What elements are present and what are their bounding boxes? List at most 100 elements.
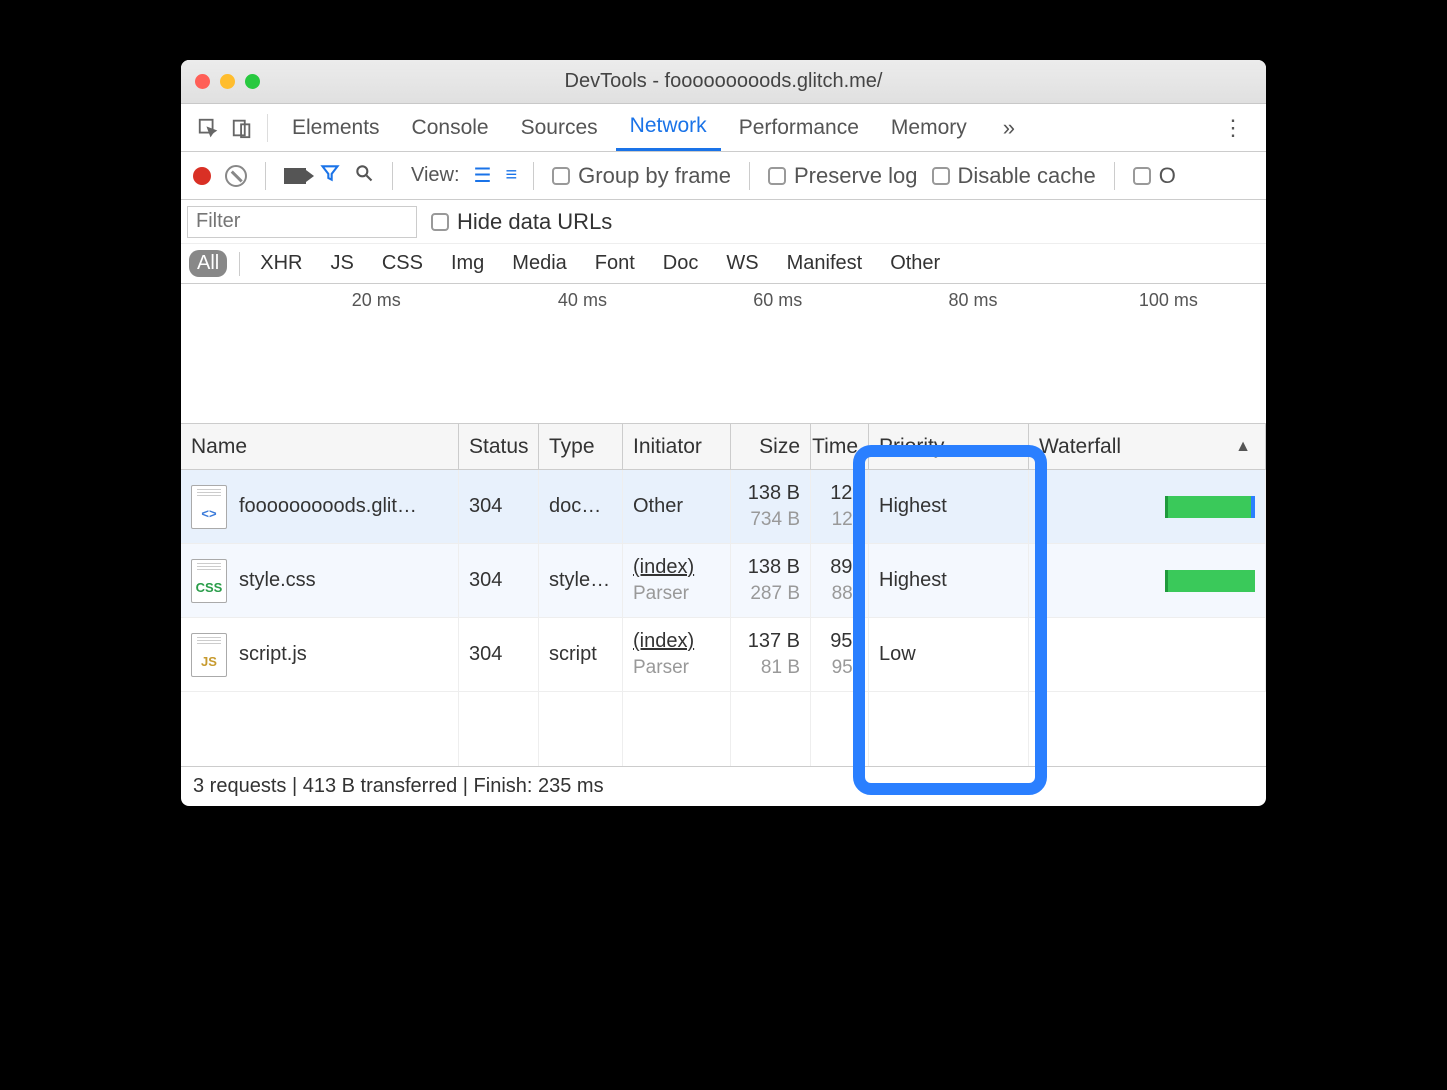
initiator-sub: Parser <box>633 657 694 680</box>
resource-name: style.css <box>239 569 316 592</box>
devtools-window: DevTools - fooooooooods.glitch.me/ Eleme… <box>181 60 1266 806</box>
size-cell: 138 B <box>748 555 800 579</box>
resource-name: fooooooooods.glit… <box>239 495 417 518</box>
type-css[interactable]: CSS <box>374 250 431 277</box>
type-cell: style… <box>539 544 623 617</box>
initiator-link[interactable]: (index) <box>633 555 694 579</box>
tab-memory[interactable]: Memory <box>877 104 981 151</box>
type-doc[interactable]: Doc <box>655 250 707 277</box>
time-cell: 95. <box>830 629 858 653</box>
size-cell: 137 B <box>748 629 800 653</box>
checkbox-icon[interactable] <box>1133 167 1151 185</box>
initiator-sub: Parser <box>633 583 694 606</box>
tab-console[interactable]: Console <box>398 104 503 151</box>
initiator-cell: Other <box>633 495 683 518</box>
type-js[interactable]: JS <box>322 250 361 277</box>
col-priority-header[interactable]: Priority <box>869 424 1029 469</box>
type-filter-bar: All XHR JS CSS Img Media Font Doc WS Man… <box>181 244 1266 284</box>
divider <box>533 162 534 190</box>
search-icon[interactable] <box>354 163 374 189</box>
checkbox-icon[interactable] <box>932 167 950 185</box>
type-media[interactable]: Media <box>504 250 574 277</box>
tab-network[interactable]: Network <box>616 104 721 151</box>
col-name-header[interactable]: Name <box>181 424 459 469</box>
type-font[interactable]: Font <box>587 250 643 277</box>
time-sub-cell: 95. <box>832 657 858 680</box>
col-waterfall-header[interactable]: Waterfall ▲ <box>1029 424 1266 469</box>
type-all[interactable]: All <box>189 250 227 277</box>
col-time-header[interactable]: Time <box>811 424 869 469</box>
col-type-header[interactable]: Type <box>539 424 623 469</box>
filter-toggle-icon[interactable] <box>320 163 340 189</box>
group-by-frame-option[interactable]: Group by frame <box>552 163 731 189</box>
table-row[interactable]: JS script.js 304 script (index)Parser 13… <box>181 618 1266 692</box>
waterfall-cell <box>1029 618 1266 691</box>
disable-cache-label: Disable cache <box>958 163 1096 189</box>
waterfall-bar <box>1165 496 1255 518</box>
tab-sources[interactable]: Sources <box>507 104 612 151</box>
sort-ascending-icon: ▲ <box>1235 438 1251 456</box>
type-manifest[interactable]: Manifest <box>779 250 871 277</box>
status-cell: 304 <box>459 544 539 617</box>
col-status-header[interactable]: Status <box>459 424 539 469</box>
col-size-header[interactable]: Size <box>731 424 811 469</box>
tab-elements[interactable]: Elements <box>278 104 394 151</box>
preserve-log-option[interactable]: Preserve log <box>768 163 918 189</box>
checkbox-icon[interactable] <box>431 213 449 231</box>
divider <box>1114 162 1115 190</box>
time-cell: 12. <box>830 481 858 505</box>
large-rows-icon[interactable]: ☰ <box>474 163 492 188</box>
type-other[interactable]: Other <box>882 250 948 277</box>
maximize-window-button[interactable] <box>245 74 260 89</box>
table-row[interactable]: <> fooooooooods.glit… 304 doc… Other 138… <box>181 470 1266 544</box>
titlebar: DevTools - fooooooooods.glitch.me/ <box>181 60 1266 104</box>
timeline-tick: 40 ms <box>558 290 607 311</box>
type-xhr[interactable]: XHR <box>252 250 310 277</box>
table-row[interactable]: CSS style.css 304 style… (index)Parser 1… <box>181 544 1266 618</box>
js-file-icon: JS <box>191 633 227 677</box>
waterfall-label: Waterfall <box>1039 435 1121 459</box>
inspect-element-icon[interactable] <box>193 117 223 139</box>
network-toolbar: View: ☰ ≡ Group by frame Preserve log Di… <box>181 152 1266 200</box>
waterfall-overview-icon[interactable]: ≡ <box>505 164 515 187</box>
window-controls <box>195 74 260 89</box>
col-initiator-header[interactable]: Initiator <box>623 424 731 469</box>
more-tabs-button[interactable]: » <box>993 115 1025 141</box>
settings-menu-button[interactable]: ⋮ <box>1212 115 1254 141</box>
initiator-link[interactable]: (index) <box>633 629 694 653</box>
timeline-tick: 20 ms <box>352 290 401 311</box>
record-button[interactable] <box>193 167 211 185</box>
type-cell: script <box>539 618 623 691</box>
status-cell: 304 <box>459 470 539 543</box>
divider <box>239 252 240 276</box>
status-summary: 3 requests | 413 B transferred | Finish:… <box>193 775 604 798</box>
clear-button[interactable] <box>225 165 247 187</box>
screenshot-icon[interactable] <box>284 168 306 184</box>
offline-option[interactable]: O <box>1133 163 1176 189</box>
time-sub-cell: 88. <box>832 583 858 606</box>
status-bar: 3 requests | 413 B transferred | Finish:… <box>181 766 1266 806</box>
device-toolbar-icon[interactable] <box>227 117 257 139</box>
tab-performance[interactable]: Performance <box>725 104 873 151</box>
disable-cache-option[interactable]: Disable cache <box>932 163 1096 189</box>
checkbox-icon[interactable] <box>552 167 570 185</box>
close-window-button[interactable] <box>195 74 210 89</box>
checkbox-icon[interactable] <box>768 167 786 185</box>
hide-data-urls-option[interactable]: Hide data URLs <box>431 209 612 235</box>
resource-name: script.js <box>239 643 307 666</box>
minimize-window-button[interactable] <box>220 74 235 89</box>
hide-data-urls-label: Hide data URLs <box>457 209 612 235</box>
offline-label-partial: O <box>1159 163 1176 189</box>
type-ws[interactable]: WS <box>718 250 766 277</box>
view-label: View: <box>411 164 460 187</box>
group-by-frame-label: Group by frame <box>578 163 731 189</box>
size-sub-cell: 81 B <box>761 657 800 680</box>
filter-input[interactable] <box>187 206 417 238</box>
timeline-tick: 100 ms <box>1139 290 1198 311</box>
timeline-overview[interactable]: 20 ms 40 ms 60 ms 80 ms 100 ms <box>181 284 1266 424</box>
type-img[interactable]: Img <box>443 250 492 277</box>
filter-bar: Hide data URLs <box>181 200 1266 244</box>
divider <box>267 114 268 142</box>
empty-row <box>181 692 1266 766</box>
network-table-header: Name Status Type Initiator Size Time Pri… <box>181 424 1266 470</box>
